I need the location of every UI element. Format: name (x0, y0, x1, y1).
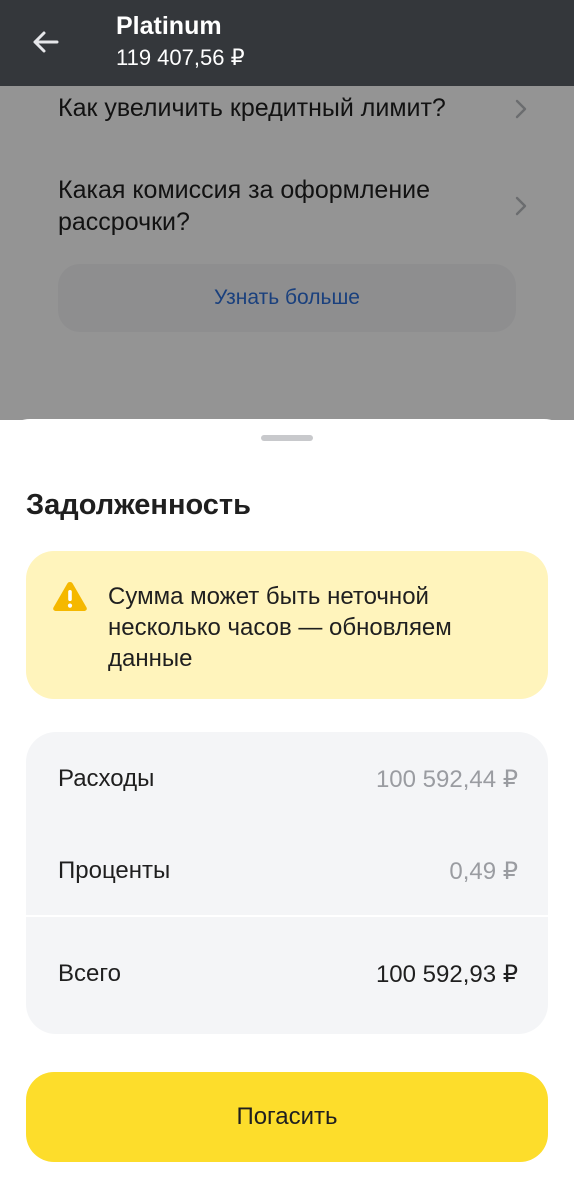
expenses-label: Расходы (58, 765, 155, 792)
total-row: Всего 100 592,93 ₽ (58, 954, 518, 994)
warning-text: Сумма может быть неточной несколько часо… (108, 583, 452, 672)
modal-scrim[interactable] (0, 86, 574, 420)
warning-banner: Сумма может быть неточной несколько часо… (26, 551, 548, 699)
warning-icon (53, 582, 87, 611)
interest-row: Проценты 0,49 ₽ (58, 851, 518, 891)
total-label: Всего (58, 960, 121, 987)
interest-value: 0,49 ₽ (449, 857, 518, 885)
expenses-value: 100 592,44 ₽ (375, 765, 518, 793)
arrow-left-icon (33, 31, 59, 53)
card-title: Platinum (116, 12, 222, 40)
debt-bottom-sheet: Задолженность Сумма может быть неточной … (0, 419, 574, 1200)
sheet-title: Задолженность (26, 489, 251, 521)
card-balance: 119 407,56 ₽ (116, 45, 245, 70)
back-button[interactable] (22, 22, 68, 62)
app-bar: Platinum 119 407,56 ₽ (0, 0, 574, 86)
total-value: 100 592,93 ₽ (375, 960, 518, 988)
repay-button[interactable]: Погасить (26, 1072, 548, 1162)
sheet-drag-handle[interactable] (261, 435, 313, 441)
interest-label: Проценты (58, 857, 171, 884)
divider (26, 915, 548, 917)
expenses-row: Расходы 100 592,44 ₽ (58, 759, 518, 799)
debt-breakdown-card: Расходы 100 592,44 ₽ Проценты 0,49 ₽ Все… (26, 732, 548, 1034)
